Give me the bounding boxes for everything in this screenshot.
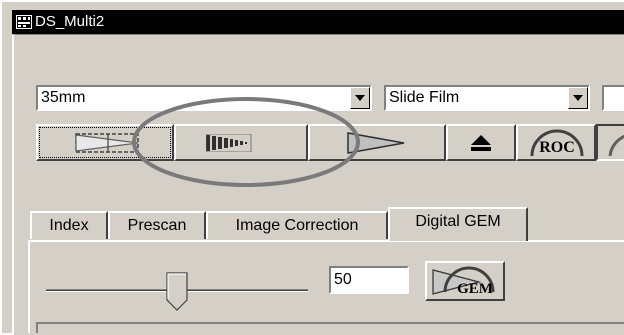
title-bar[interactable]: DS_Multi2 xyxy=(12,10,624,34)
window-title: DS_Multi2 xyxy=(35,13,105,30)
extra-tool-button[interactable] xyxy=(596,124,624,161)
tab-index-label: Index xyxy=(49,217,89,234)
gem-icon: GEM xyxy=(432,266,495,297)
tab-index[interactable]: Index xyxy=(30,211,108,239)
tab-image-correction-label: Image Correction xyxy=(235,217,359,234)
roc-button[interactable]: ROC xyxy=(516,124,596,161)
index-scan-button[interactable] xyxy=(174,124,308,161)
film-format-select[interactable]: 35mm xyxy=(36,85,372,111)
film-type-value: Slide Film xyxy=(389,89,460,106)
chevron-down-icon xyxy=(573,95,583,101)
film-type-dropdown-button[interactable] xyxy=(568,87,588,109)
roc-label: ROC xyxy=(539,139,575,156)
scan-button[interactable] xyxy=(308,124,446,161)
film-frame-icon xyxy=(75,133,139,153)
film-type-select[interactable]: Slide Film xyxy=(384,85,590,111)
preview-area-edge xyxy=(36,322,624,333)
eject-icon xyxy=(471,135,491,151)
chevron-down-icon xyxy=(355,95,365,101)
play-arrow-icon xyxy=(347,132,405,154)
tab-digital-gem-label: Digital GEM xyxy=(415,213,501,230)
gem-button-label: GEM xyxy=(457,281,493,297)
gem-value-field[interactable]: 50 xyxy=(329,266,409,294)
eject-button[interactable] xyxy=(446,124,516,161)
partial-icon xyxy=(608,134,624,157)
app-film-icon xyxy=(16,15,32,29)
prescan-button[interactable] xyxy=(36,124,174,161)
film-strip-icon xyxy=(206,134,252,152)
digital-gem-panel xyxy=(28,240,624,333)
roc-icon: ROC xyxy=(530,129,584,157)
film-format-value: 35mm xyxy=(41,89,86,106)
gem-apply-button[interactable]: GEM xyxy=(425,261,505,301)
tab-prescan-label: Prescan xyxy=(127,217,187,234)
gem-slider-thumb[interactable] xyxy=(166,272,188,312)
tab-image-correction[interactable]: Image Correction xyxy=(206,211,388,239)
tab-digital-gem[interactable]: Digital GEM xyxy=(388,207,528,241)
film-format-dropdown-button[interactable] xyxy=(350,87,370,109)
gem-value-text: 50 xyxy=(334,271,352,288)
tab-prescan[interactable]: Prescan xyxy=(108,211,206,239)
extra-select-partial[interactable] xyxy=(602,85,624,111)
